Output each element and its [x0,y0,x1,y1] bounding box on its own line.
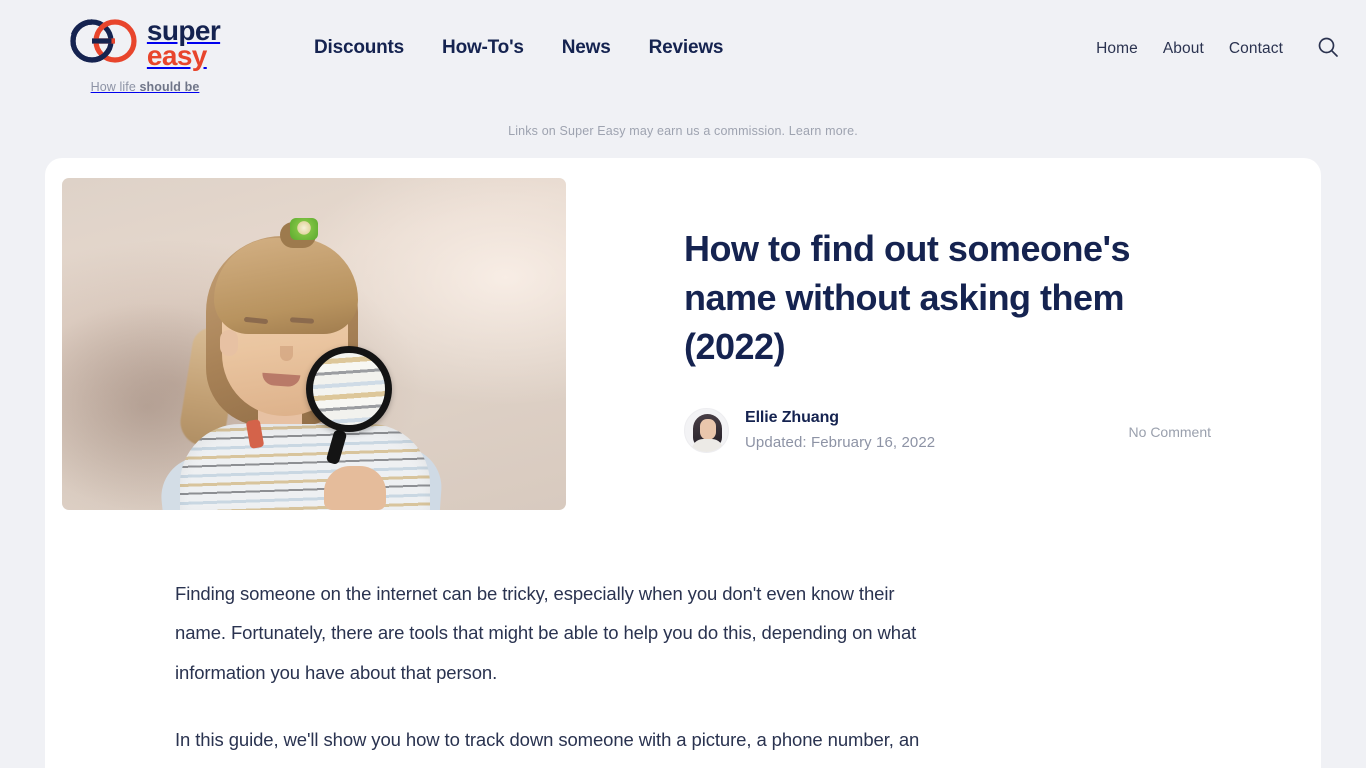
article-header-text: How to find out someone's name without a… [566,178,1321,453]
nav-item-news[interactable]: News [562,37,611,59]
nav-item-discounts[interactable]: Discounts [314,37,404,59]
brand-wordmark: super easy [146,17,221,71]
hero-magnifier-lens [306,346,392,432]
hero-girl-hair-bow [290,218,318,240]
byline-text: Ellie Zhuang Updated: February 16, 2022 [745,409,935,451]
avatar-clothing [692,438,723,452]
article-card: How to find out someone's name without a… [45,158,1321,768]
brand-word-easy: easy [146,39,207,71]
affiliate-disclaimer: Links on Super Easy may earn us a commis… [508,124,858,138]
utility-navigation: Home About Contact [1096,0,1342,100]
search-icon [1316,35,1340,62]
nav-item-about[interactable]: About [1163,40,1204,58]
article-paragraph-1: Finding someone on the internet can be t… [175,583,917,683]
super-easy-double-e-logo-icon [70,18,138,69]
article-paragraph-2: In this guide, we'll show you how to tra… [175,729,920,751]
avatar-face [700,418,716,440]
brand-tagline: How life should be [91,80,200,94]
nav-item-home[interactable]: Home [1096,40,1138,58]
main-navigation: Discounts How-To's News Reviews [314,0,723,100]
hero-girl-ear [220,330,238,356]
search-button[interactable] [1314,33,1342,64]
site-header: super easy How life should be Discounts … [0,0,1366,112]
byline: Ellie Zhuang Updated: February 16, 2022 … [684,407,1211,453]
author-name[interactable]: Ellie Zhuang [745,409,935,427]
nav-item-how-tos[interactable]: How-To's [442,37,524,59]
hero-girl-striped-shirt [180,424,430,510]
tagline-bold: should be [139,80,200,94]
nav-item-reviews[interactable]: Reviews [649,37,724,59]
nav-item-contact[interactable]: Contact [1229,40,1283,58]
updated-date: Updated: February 16, 2022 [745,434,936,452]
comment-count[interactable]: No Comment [1129,420,1211,440]
avatar [684,407,729,453]
tagline-light: How life [90,80,140,94]
hero-image [62,178,566,510]
article-body: Finding someone on the internet can be t… [45,510,945,768]
hero-girl-hair-front [214,238,358,334]
hero-girl-hand [324,466,386,510]
article-header: How to find out someone's name without a… [45,178,1321,510]
brand-row: super easy [70,17,221,71]
site-logo-link[interactable]: super easy How life should be [40,0,250,94]
page-title: How to find out someone's name without a… [684,228,1131,367]
hero-girl-nose [280,346,293,361]
